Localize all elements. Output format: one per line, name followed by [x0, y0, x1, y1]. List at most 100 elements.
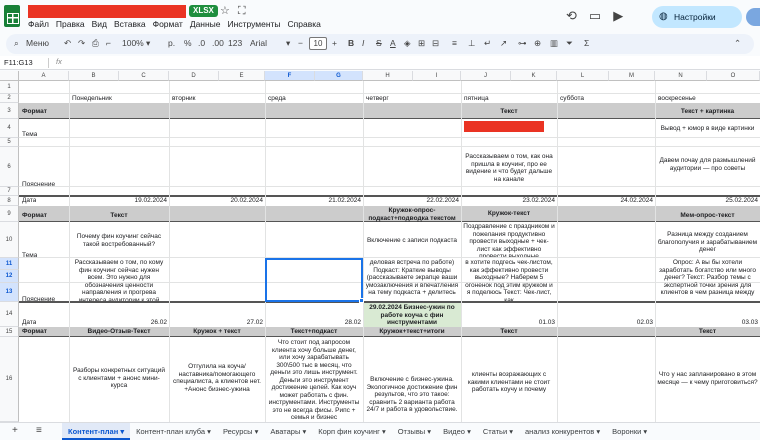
column-header-f[interactable]: F — [265, 71, 315, 81]
cell-fri-description[interactable]: Рассказываем о том, как она пришла в коу… — [463, 153, 555, 183]
cell-fri-format-2[interactable]: Кружок-текст — [461, 210, 557, 218]
row-header-14[interactable]: 14 — [0, 302, 19, 327]
collapse-toolbar-icon[interactable]: ⌃ — [734, 38, 741, 49]
cell-wed-format-3[interactable]: Текст+подкаст — [265, 328, 363, 336]
date2-sat[interactable]: 02.03 — [557, 319, 653, 327]
cell-thu-format-3[interactable]: Кружок+текст+итоги — [363, 328, 461, 336]
cell-sun-topic[interactable]: Вывод + юмор в виде картинки — [655, 125, 760, 133]
vertical-align-icon[interactable]: ⊥ — [468, 38, 475, 49]
row-header-8[interactable]: 8 — [0, 196, 19, 206]
paint-format-icon[interactable]: ⌐ — [106, 38, 111, 48]
cell-mon-content-3[interactable]: Разборы конкретных ситуаций с клиентами … — [72, 367, 166, 390]
column-header-g[interactable]: G — [315, 71, 363, 81]
date-sun[interactable]: 25.02.2024 — [655, 197, 758, 205]
cell-sun-detail[interactable]: Опрос: А вы бы хотели заработать богатст… — [657, 259, 758, 301]
row-header-2[interactable]: 2 — [0, 94, 19, 103]
column-header-m[interactable]: M — [609, 71, 655, 81]
italic-icon[interactable]: I — [362, 38, 364, 48]
menu-tools[interactable]: Инструменты — [228, 19, 281, 29]
spreadsheet-grid[interactable]: A B C D E F G H I J K L M N O 1 2 3 4 5 … — [0, 71, 760, 422]
borders-icon[interactable]: ⊞ — [418, 38, 425, 49]
avatar[interactable] — [746, 8, 760, 26]
print-icon[interactable]: ⎙ — [92, 38, 99, 49]
row-header-7[interactable]: 7 — [0, 187, 19, 196]
cell-fri-detail[interactable]: в хотите подгесь чек-листом, как эффекти… — [463, 259, 555, 301]
tab-competitor-analysis[interactable]: анализ конкурентов ▾ — [519, 423, 606, 440]
row-header-9[interactable]: 9 — [0, 206, 19, 222]
number-format-button[interactable]: 123 — [228, 38, 242, 48]
currency-format-button[interactable]: р. — [168, 38, 175, 48]
cell-sun-topic-2[interactable]: Разница между созданием благополучия и з… — [657, 231, 758, 254]
text-rotation-icon[interactable]: ↗ — [500, 38, 507, 49]
row-label-explanation-2[interactable]: Пояснение — [22, 296, 55, 304]
cell-thu-event[interactable]: 29.02.2024 Бизнес-ужин по работе коуча с… — [363, 304, 461, 327]
date-wed[interactable]: 21.02.2024 — [265, 197, 361, 205]
font-size-decrease-icon[interactable]: − — [298, 38, 303, 48]
date-tue[interactable]: 20.02.2024 — [169, 197, 263, 205]
tab-articles[interactable]: Статьи ▾ — [477, 423, 519, 440]
font-size-input[interactable]: 10 — [309, 37, 327, 50]
all-sheets-icon[interactable]: ≡ — [36, 425, 42, 436]
cell-fri-topic-2[interactable]: Поздравление с праздником и пожелания пр… — [463, 223, 555, 257]
date2-wed[interactable]: 28.02 — [265, 319, 361, 327]
add-sheet-icon[interactable]: + — [12, 425, 18, 436]
day-sunday[interactable]: воскресенье — [658, 95, 696, 103]
text-color-icon[interactable]: A — [390, 38, 396, 48]
cell-sun-format[interactable]: Текст + картинка — [655, 108, 760, 116]
tab-club-content-plan[interactable]: Контент-план клуба ▾ — [130, 423, 217, 440]
name-box[interactable]: F11:G13 — [4, 58, 33, 67]
percent-format-button[interactable]: % — [184, 38, 192, 48]
insert-link-icon[interactable]: ⊶ — [518, 38, 527, 49]
cell-thu-format-2[interactable]: Кружок-опрос-подкаст+подводка текстом — [363, 207, 461, 222]
document-title-redacted[interactable] — [28, 5, 186, 18]
day-friday[interactable]: пятница — [464, 95, 489, 103]
cell-fri-content-3[interactable]: клиенты возражающих с какими клиентами н… — [463, 371, 555, 394]
history-icon[interactable]: ⟲ — [566, 8, 577, 23]
row-header-4[interactable]: 4 — [0, 119, 19, 138]
undo-icon[interactable]: ↶ — [64, 38, 71, 49]
fill-color-icon[interactable]: ◈ — [404, 38, 411, 49]
cell-tue-content-3[interactable]: Отгулила на коуча/наставника/помогающего… — [172, 363, 262, 393]
column-header-o[interactable]: O — [707, 71, 760, 81]
row-label-date-2[interactable]: Дата — [22, 319, 36, 327]
font-size-increase-icon[interactable]: + — [332, 38, 337, 48]
date-sat[interactable]: 24.02.2024 — [557, 197, 653, 205]
cell-fri-format-3[interactable]: Текст — [461, 328, 557, 336]
strikethrough-icon[interactable]: S — [376, 38, 382, 48]
increase-decimal-button[interactable]: .00 — [212, 38, 224, 48]
row-header-12[interactable]: 12 — [0, 270, 19, 283]
cell-sun-format-3[interactable]: Текст — [655, 328, 760, 336]
cell-tue-format-3[interactable]: Кружок + текст — [169, 328, 265, 336]
cell-sun-content-3[interactable]: Что у нас запланировано в этом месяце — … — [657, 371, 758, 386]
cell-sun-format-2[interactable]: Мем-опрос-текст — [655, 212, 760, 220]
date2-mon[interactable]: 26.02 — [69, 319, 167, 327]
row-header-11[interactable]: 11 — [0, 258, 19, 270]
column-header-a[interactable]: A — [19, 71, 69, 81]
row-label-date[interactable]: Дата — [22, 197, 36, 205]
insert-comment-icon[interactable]: ⊕ — [534, 38, 541, 49]
tab-avatars[interactable]: Аватары ▾ — [264, 423, 312, 440]
menu-help[interactable]: Справка — [288, 19, 321, 29]
tab-reviews[interactable]: Отзывы ▾ — [392, 423, 437, 440]
cell-mon-detail[interactable]: Рассказываем о том, по кому фин коучинг … — [71, 259, 167, 301]
date-mon[interactable]: 19.02.2024 — [69, 197, 167, 205]
tab-funnels[interactable]: Воронки ▾ — [606, 423, 653, 440]
cell-thu-topic-2[interactable]: Включение с записи подкаста — [363, 237, 461, 245]
date2-tue[interactable]: 27.02 — [169, 319, 263, 327]
row-label-topic-2[interactable]: Тема — [22, 252, 37, 260]
row-label-explanation[interactable]: Пояснение — [22, 181, 55, 189]
row-header-16[interactable]: 16 — [0, 337, 19, 422]
merge-cells-icon[interactable]: ⊟ — [432, 38, 439, 49]
cell-mon-topic-2[interactable]: Почему фин коучинг сейчас такой востребо… — [72, 233, 166, 248]
date2-fri[interactable]: 01.03 — [461, 319, 555, 327]
bold-icon[interactable]: B — [348, 38, 354, 48]
cell-mon-format-2[interactable]: Текст — [69, 212, 169, 220]
day-saturday[interactable]: суббота — [560, 95, 584, 103]
date2-sun[interactable]: 03.03 — [655, 319, 758, 327]
column-header-j[interactable]: J — [461, 71, 511, 81]
sheets-logo-icon[interactable] — [4, 5, 20, 27]
row-label-topic[interactable]: Тема — [22, 131, 37, 139]
tab-content-plan[interactable]: Контент-план ▾ — [62, 423, 131, 440]
column-header-e[interactable]: E — [219, 71, 265, 81]
row-label-format[interactable]: Формат — [22, 108, 47, 116]
